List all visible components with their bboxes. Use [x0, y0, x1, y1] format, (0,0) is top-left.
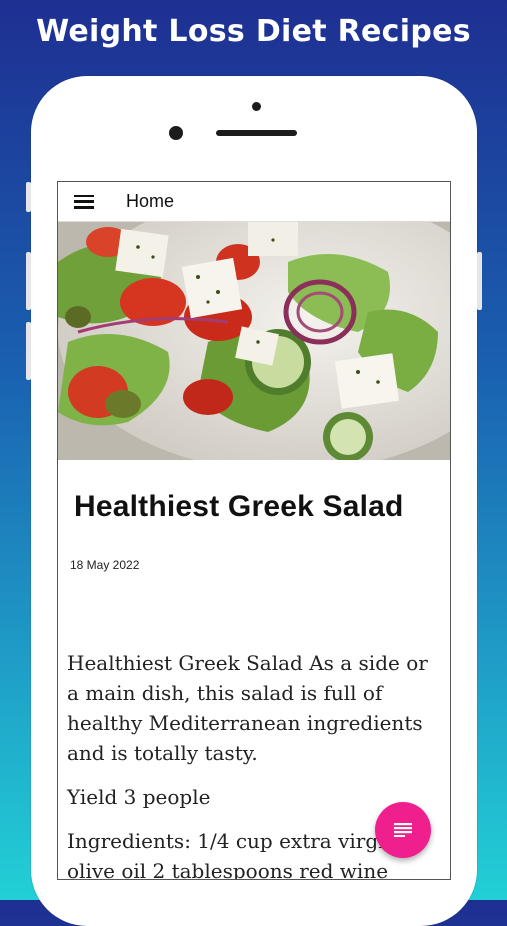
hamburger-menu-icon[interactable] — [74, 194, 94, 209]
article-paragraph: Healthiest Greek Salad As a side or a ma… — [67, 651, 428, 765]
phone-volume-down-button — [26, 322, 31, 380]
list-icon — [394, 823, 412, 837]
greek-salad-photo — [58, 222, 450, 460]
banner-title: Weight Loss Diet Recipes — [36, 14, 471, 49]
article-date: 18 May 2022 — [70, 558, 140, 572]
article-paragraph: Yield 3 people — [67, 785, 211, 809]
app-bar-title: Home — [126, 191, 175, 211]
front-camera — [169, 126, 183, 140]
proximity-sensor — [252, 102, 261, 111]
phone-power-button — [477, 252, 482, 310]
app-screen: Home Healthiest Greek Salad 18 May 2022 … — [57, 181, 451, 880]
list-fab-button[interactable] — [375, 802, 431, 858]
app-bar: Home — [58, 182, 450, 222]
earpiece-speaker — [216, 130, 297, 136]
phone-side-button — [26, 182, 31, 212]
phone-volume-up-button — [26, 252, 31, 310]
article-title: Healthiest Greek Salad — [74, 490, 404, 523]
